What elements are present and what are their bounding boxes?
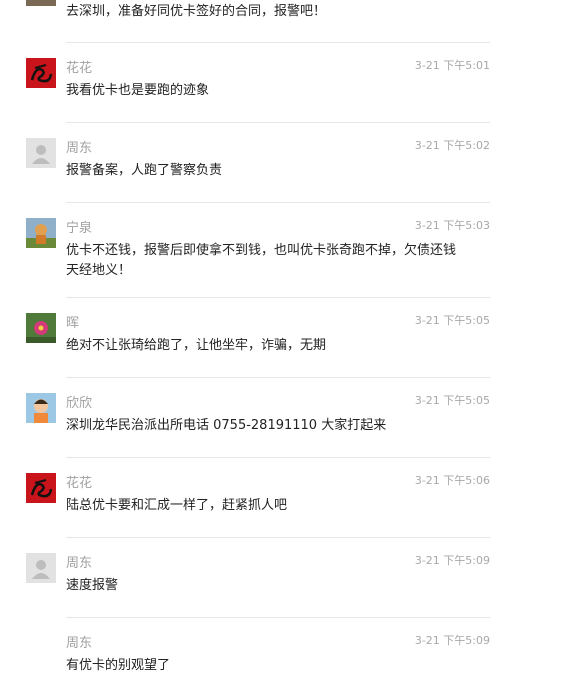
divider — [66, 42, 490, 43]
divider — [66, 537, 490, 538]
user-name[interactable]: 花花 — [66, 60, 92, 78]
comment-text: 绝对不让张琦给跑了，让他坐牢，诈骗，无期 — [66, 338, 327, 353]
comment-text: 报警备案，人跑了警察负责 — [66, 163, 223, 178]
comment-text: 陆总优卡要和汇成一样了，赶紧抓人吧 — [66, 498, 288, 513]
user-name[interactable]: 宁泉 — [66, 220, 92, 238]
comment-time: 3-21 下午5:09 — [414, 554, 490, 567]
comment-text: 我看优卡也是要跑的迹象 — [66, 83, 210, 98]
divider — [66, 457, 490, 458]
comment-time: 3-21 下午5:02 — [414, 139, 490, 152]
divider — [66, 122, 490, 123]
user-name[interactable]: 周东 — [66, 555, 92, 573]
comment-text: 深圳龙华民治派出所电话 0755-28191110 大家打起来 — [66, 418, 387, 433]
divider — [66, 617, 490, 618]
comment-text: 去深圳，准备好同优卡签好的合同，报警吧！ — [66, 4, 327, 19]
user-name[interactable]: 晖 — [66, 315, 79, 333]
user-name[interactable]: 欣欣 — [66, 395, 92, 413]
comment-text: 优卡不还钱，报警后即使拿不到钱，也叫优卡张奇跑不掉，欠债还钱天经地义！ — [66, 243, 457, 278]
divider — [66, 202, 490, 203]
divider — [66, 297, 490, 298]
comment-time: 3-21 下午5:09 — [414, 634, 490, 647]
user-name[interactable]: 周东 — [66, 635, 92, 653]
default-user-avatar[interactable] — [26, 553, 56, 583]
comment-time: 3-21 下午5:01 — [414, 59, 490, 72]
user-avatar[interactable] — [26, 0, 56, 6]
red-calligraphy-avatar[interactable] — [26, 58, 56, 88]
default-user-avatar[interactable] — [26, 138, 56, 168]
photo-avatar[interactable] — [26, 218, 56, 248]
comment-text: 有优卡的别观望了 — [66, 658, 171, 673]
comment-time: 3-21 下午5:05 — [414, 314, 490, 327]
comment-time: 3-21 下午5:05 — [414, 394, 490, 407]
red-calligraphy-avatar[interactable] — [26, 473, 56, 503]
comment-text: 速度报警 — [66, 578, 119, 593]
user-name[interactable]: 周东 — [66, 140, 92, 158]
divider — [66, 377, 490, 378]
comment-time: 3-21 下午5:03 — [414, 219, 490, 232]
flower-avatar[interactable] — [26, 313, 56, 343]
comment-time: 3-21 下午5:06 — [414, 474, 490, 487]
user-name[interactable]: 花花 — [66, 475, 92, 493]
child-photo-avatar[interactable] — [26, 393, 56, 423]
